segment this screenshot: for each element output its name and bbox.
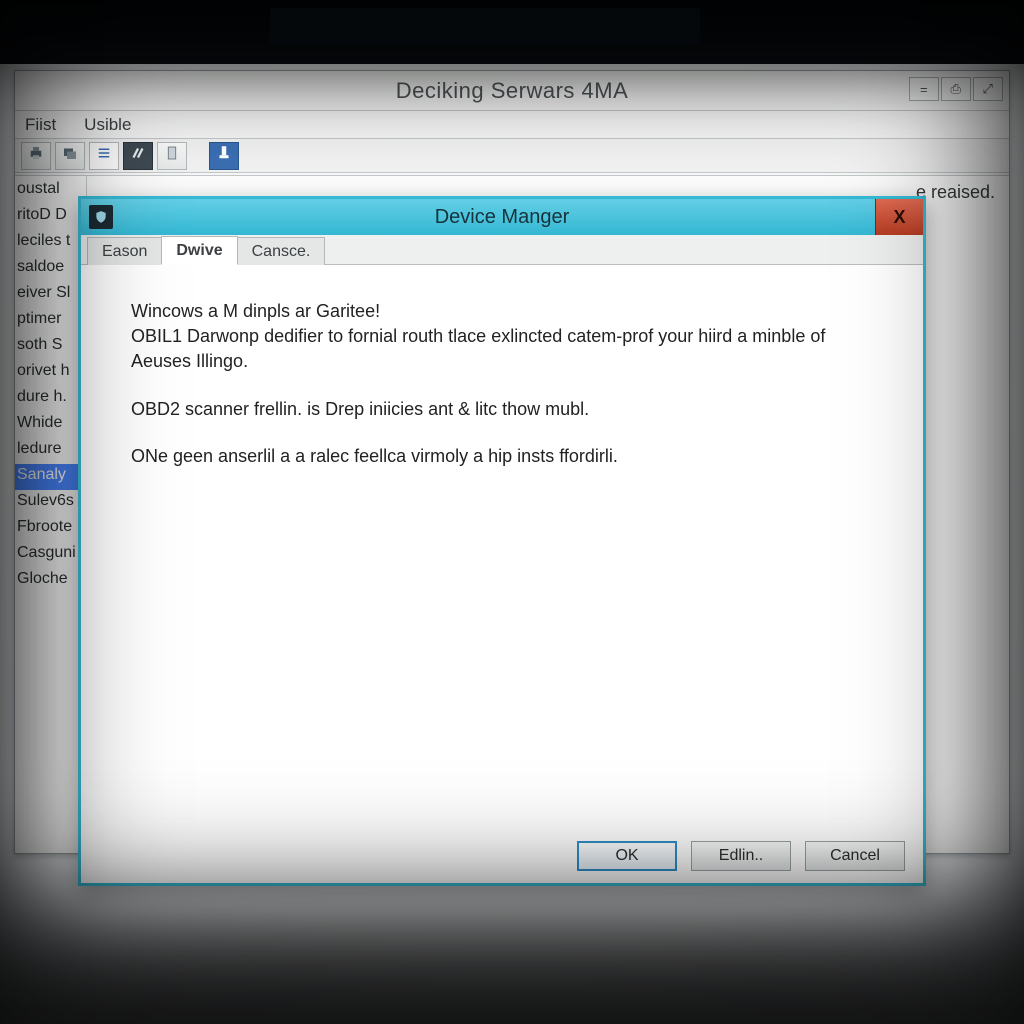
menu-bar: Fiist Usible — [15, 111, 1009, 139]
cancel-button[interactable]: Cancel — [805, 841, 905, 871]
close-icon: X — [893, 207, 905, 228]
sysbutton-a[interactable]: = — [909, 77, 939, 101]
list-item[interactable]: orivet h — [15, 360, 86, 386]
list-item[interactable]: Gloche — [15, 568, 86, 594]
doc-icon — [163, 144, 181, 167]
marker-icon — [215, 144, 233, 167]
trailing-text: e reaised. — [916, 182, 995, 203]
list-item[interactable]: soth S — [15, 334, 86, 360]
slash-icon — [129, 144, 147, 167]
list-item[interactable]: saldoe — [15, 256, 86, 282]
list-item[interactable]: Fbroote — [15, 516, 86, 542]
list-item[interactable]: Whide — [15, 412, 86, 438]
toolbar — [15, 139, 1009, 173]
shield-icon — [89, 205, 113, 229]
device-manager-dialog: Device Manger X EasonDwiveCansce. Wincow… — [78, 196, 926, 886]
menu-item-usible[interactable]: Usible — [84, 115, 131, 135]
printer-icon — [27, 144, 45, 167]
close-button[interactable]: X — [875, 199, 923, 235]
dialog-text: ONe geen anserlil a a ralec feellca virm… — [131, 444, 871, 469]
list-item[interactable]: Sulev6s — [15, 490, 86, 516]
toolbar-btn-2[interactable] — [55, 142, 85, 170]
dialog-body: Wincows a M dinpls ar Garitee!OBIL1 Darw… — [87, 271, 917, 829]
dialog-text: Wincows a M dinpls ar Garitee!OBIL1 Darw… — [131, 299, 871, 375]
dialog-titlebar[interactable]: Device Manger X — [81, 199, 923, 235]
list-item[interactable]: leciles t — [15, 230, 86, 256]
sysbutton-b[interactable]: ⎙ — [941, 77, 971, 101]
main-window-titlebar: Deciking Serwars 4MA = ⎙ ⤢ — [15, 71, 1009, 111]
menu-item-fiist[interactable]: Fiist — [25, 115, 56, 135]
tabstrip: EasonDwiveCansce. — [81, 235, 923, 265]
list-item[interactable]: ledure — [15, 438, 86, 464]
main-window-sysbuttons: = ⎙ ⤢ — [909, 77, 1003, 101]
list-item[interactable]: dure h. — [15, 386, 86, 412]
side-list[interactable]: oustalritoD Dleciles tsaldoeeiver Slptim… — [15, 176, 87, 853]
main-window-title: Deciking Serwars 4MA — [396, 78, 629, 104]
toolbar-btn-1[interactable] — [21, 142, 51, 170]
list-item[interactable]: Sanaly — [15, 464, 86, 490]
tab-cansce[interactable]: Cansce. — [237, 237, 326, 265]
tab-eason[interactable]: Eason — [87, 237, 162, 265]
monitor-reflection — [270, 8, 700, 44]
toolbar-btn-6[interactable] — [209, 142, 239, 170]
list-item[interactable]: ritoD D — [15, 204, 86, 230]
list-item[interactable]: eiver Sl — [15, 282, 86, 308]
ok-button[interactable]: OK — [577, 841, 677, 871]
stack-icon — [61, 144, 79, 167]
list-item[interactable]: oustal — [15, 178, 86, 204]
dialog-text: OBD2 scanner frellin. is Drep iniicies a… — [131, 397, 871, 422]
dialog-button-row: OK Edlin.. Cancel — [577, 841, 905, 871]
list-item[interactable]: ptimer — [15, 308, 86, 334]
list-item[interactable]: Casguni — [15, 542, 86, 568]
toolbar-btn-5[interactable] — [157, 142, 187, 170]
edlin-button[interactable]: Edlin.. — [691, 841, 791, 871]
toolbar-btn-4[interactable] — [123, 142, 153, 170]
tab-dwive[interactable]: Dwive — [161, 236, 237, 265]
dialog-title: Device Manger — [435, 206, 570, 229]
list-icon — [95, 144, 113, 167]
sysbutton-c[interactable]: ⤢ — [973, 77, 1003, 101]
toolbar-btn-3[interactable] — [89, 142, 119, 170]
